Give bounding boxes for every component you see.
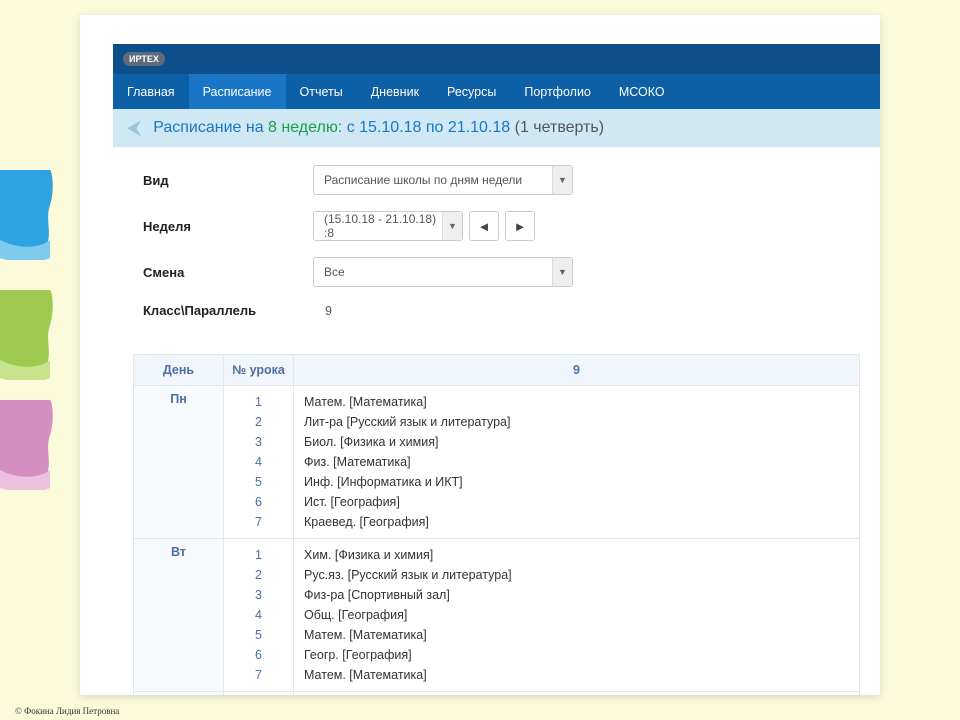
week-prev-button[interactable]: ◄ (469, 211, 499, 241)
schedule-table: День № урока 9 Пн1234567Матем. [Математи… (133, 354, 860, 695)
lesson-numbers: 1234567 (224, 386, 294, 539)
arrow-left-icon: ◄ (478, 219, 491, 234)
back-arrow-icon[interactable]: ⮜ (127, 118, 141, 138)
credit-text: © Фокина Лидия Петровна (15, 706, 119, 716)
nav-item[interactable]: Главная (113, 74, 189, 109)
filter-shift-value: Все (324, 265, 345, 279)
filter-view-label: Вид (143, 173, 313, 188)
filter-week-select[interactable]: (15.10.18 - 21.10.18) :8 ▼ (313, 211, 463, 241)
nav-item[interactable]: Дневник (357, 74, 433, 109)
subheader-bar: ⮜ Расписание на 8 неделю: с 15.10.18 по … (113, 109, 880, 147)
th-lesson-no: № урока (224, 355, 294, 386)
deco-ribbon-blue (0, 170, 55, 260)
subjects-cell: Хим. [Физика и химия]Рус.яз. [Русский яз… (294, 539, 860, 692)
chevron-down-icon: ▼ (552, 258, 572, 286)
brand-logo: ИРТЕХ (123, 52, 165, 66)
filters-panel: Вид Расписание школы по дням недели ▼ Не… (113, 147, 880, 344)
main-nav: ГлавнаяРасписаниеОтчетыДневникРесурсыПор… (113, 74, 880, 109)
filter-view-value: Расписание школы по дням недели (324, 173, 522, 187)
filter-week-value: (15.10.18 - 21.10.18) :8 (324, 212, 438, 240)
filter-view-select[interactable]: Расписание школы по дням недели ▼ (313, 165, 573, 195)
subheader-sep: : (338, 119, 347, 136)
lesson-numbers: 1 (224, 692, 294, 696)
filter-class-label: Класс\Параллель (143, 303, 313, 318)
nav-item[interactable]: Ресурсы (433, 74, 510, 109)
day-cell: Пн (134, 386, 224, 539)
subheader-week: 8 неделю (268, 119, 338, 136)
arrow-right-icon: ► (514, 219, 527, 234)
filter-shift-select[interactable]: Все ▼ (313, 257, 573, 287)
subheader-quarter: (1 четверть) (515, 119, 604, 136)
deco-ribbon-green (0, 290, 55, 380)
deco-ribbon-pink (0, 400, 55, 490)
day-cell: Вт (134, 539, 224, 692)
subheader-prefix: Расписание на (153, 119, 268, 136)
filter-shift-label: Смена (143, 265, 313, 280)
filter-class-value: 9 (313, 304, 332, 318)
subjects-cell: Хим. [Физика и химия] (294, 692, 860, 696)
lesson-numbers: 1234567 (224, 539, 294, 692)
day-cell: Ср (134, 692, 224, 696)
nav-item[interactable]: Портфолио (510, 74, 605, 109)
filter-week-label: Неделя (143, 219, 313, 234)
subjects-cell: Матем. [Математика]Лит-ра [Русский язык … (294, 386, 860, 539)
app-window: ИРТЕХ ГлавнаяРасписаниеОтчетыДневникРесу… (80, 15, 880, 695)
titlebar: ИРТЕХ (113, 44, 880, 74)
nav-item[interactable]: МСОКО (605, 74, 679, 109)
nav-item[interactable]: Расписание (189, 74, 286, 109)
th-class: 9 (294, 355, 860, 386)
chevron-down-icon: ▼ (552, 166, 572, 194)
chevron-down-icon: ▼ (442, 212, 462, 240)
subheader-range: с 15.10.18 по 21.10.18 (347, 119, 515, 136)
week-next-button[interactable]: ► (505, 211, 535, 241)
th-day: День (134, 355, 224, 386)
nav-item[interactable]: Отчеты (286, 74, 357, 109)
